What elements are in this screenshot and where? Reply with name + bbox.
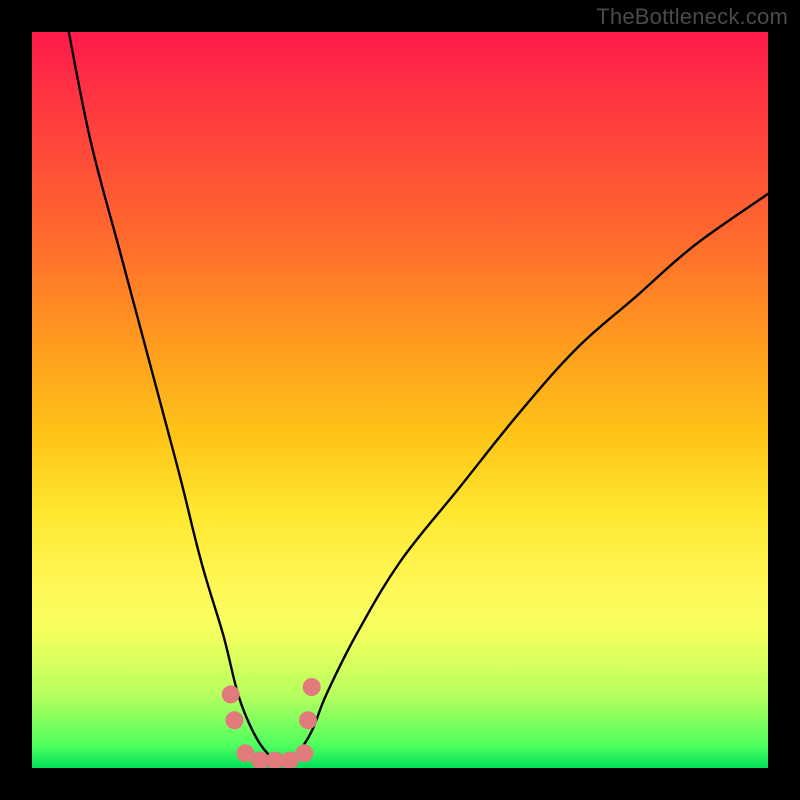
curve-svg [32, 32, 768, 768]
marker-dot [299, 711, 317, 729]
bottleneck-curve [69, 32, 768, 761]
marker-dot [295, 744, 313, 762]
chart-frame: TheBottleneck.com [0, 0, 800, 800]
watermark-text: TheBottleneck.com [596, 4, 788, 30]
marker-dot [303, 678, 321, 696]
marker-dot [225, 711, 243, 729]
emphasis-markers [222, 678, 321, 768]
plot-area [32, 32, 768, 768]
marker-dot [222, 685, 240, 703]
